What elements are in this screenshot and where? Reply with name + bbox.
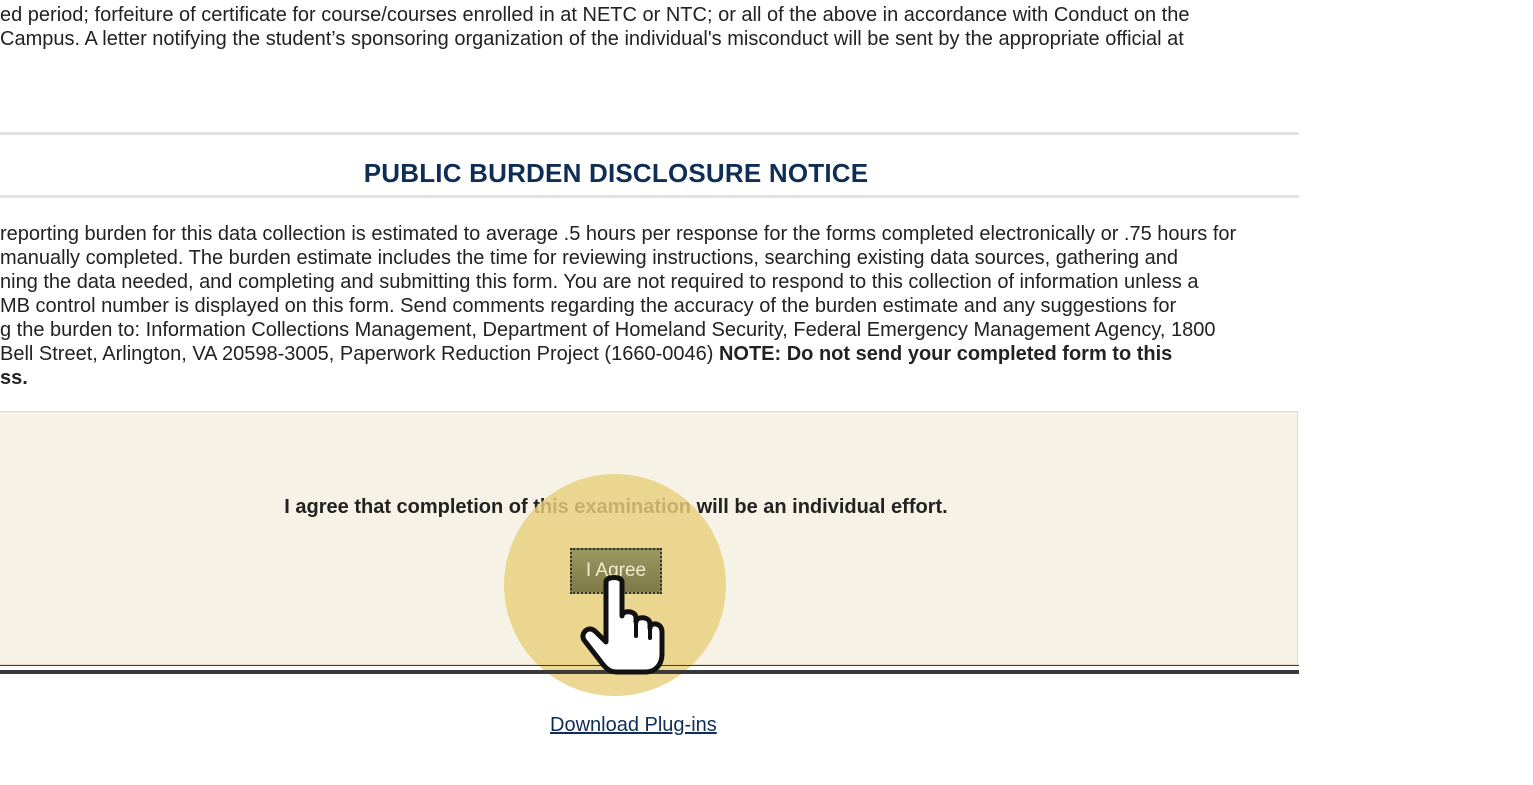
burden-text-line-1: reporting burden for this data collectio… bbox=[0, 223, 1237, 245]
section-divider-top bbox=[0, 132, 1299, 135]
burden-text-line-3: ning the data needed, and completing and… bbox=[0, 271, 1199, 293]
burden-text-line-2: manually completed. The burden estimate … bbox=[0, 247, 1179, 269]
burden-text-line-7: ss. bbox=[0, 367, 28, 389]
burden-address-text: Bell Street, Arlington, VA 20598-3005, P… bbox=[0, 343, 719, 365]
footer-divider-thick bbox=[0, 670, 1299, 674]
section-divider-bottom bbox=[0, 195, 1299, 198]
conduct-text-line-2: Campus. A letter notifying the student’s… bbox=[0, 28, 1184, 50]
exam-agreement-page: ed period; forfeiture of certificate for… bbox=[0, 0, 1299, 785]
burden-note-text: NOTE: Do not send your completed form to… bbox=[718, 343, 1173, 365]
burden-text-line-5: g the burden to: Information Collections… bbox=[0, 319, 1216, 341]
section-title: PUBLIC BURDEN DISCLOSURE NOTICE bbox=[363, 158, 869, 188]
footer-divider-thin bbox=[0, 665, 1299, 666]
conduct-text-line-1: ed period; forfeiture of certificate for… bbox=[0, 4, 1190, 26]
download-plugins-link[interactable]: Download Plug-ins bbox=[550, 714, 717, 737]
burden-text-line-6: Bell Street, Arlington, VA 20598-3005, P… bbox=[0, 342, 1172, 366]
burden-text-line-4: MB control number is displayed on this f… bbox=[0, 295, 1177, 317]
i-agree-button[interactable]: I Agree bbox=[570, 548, 662, 594]
